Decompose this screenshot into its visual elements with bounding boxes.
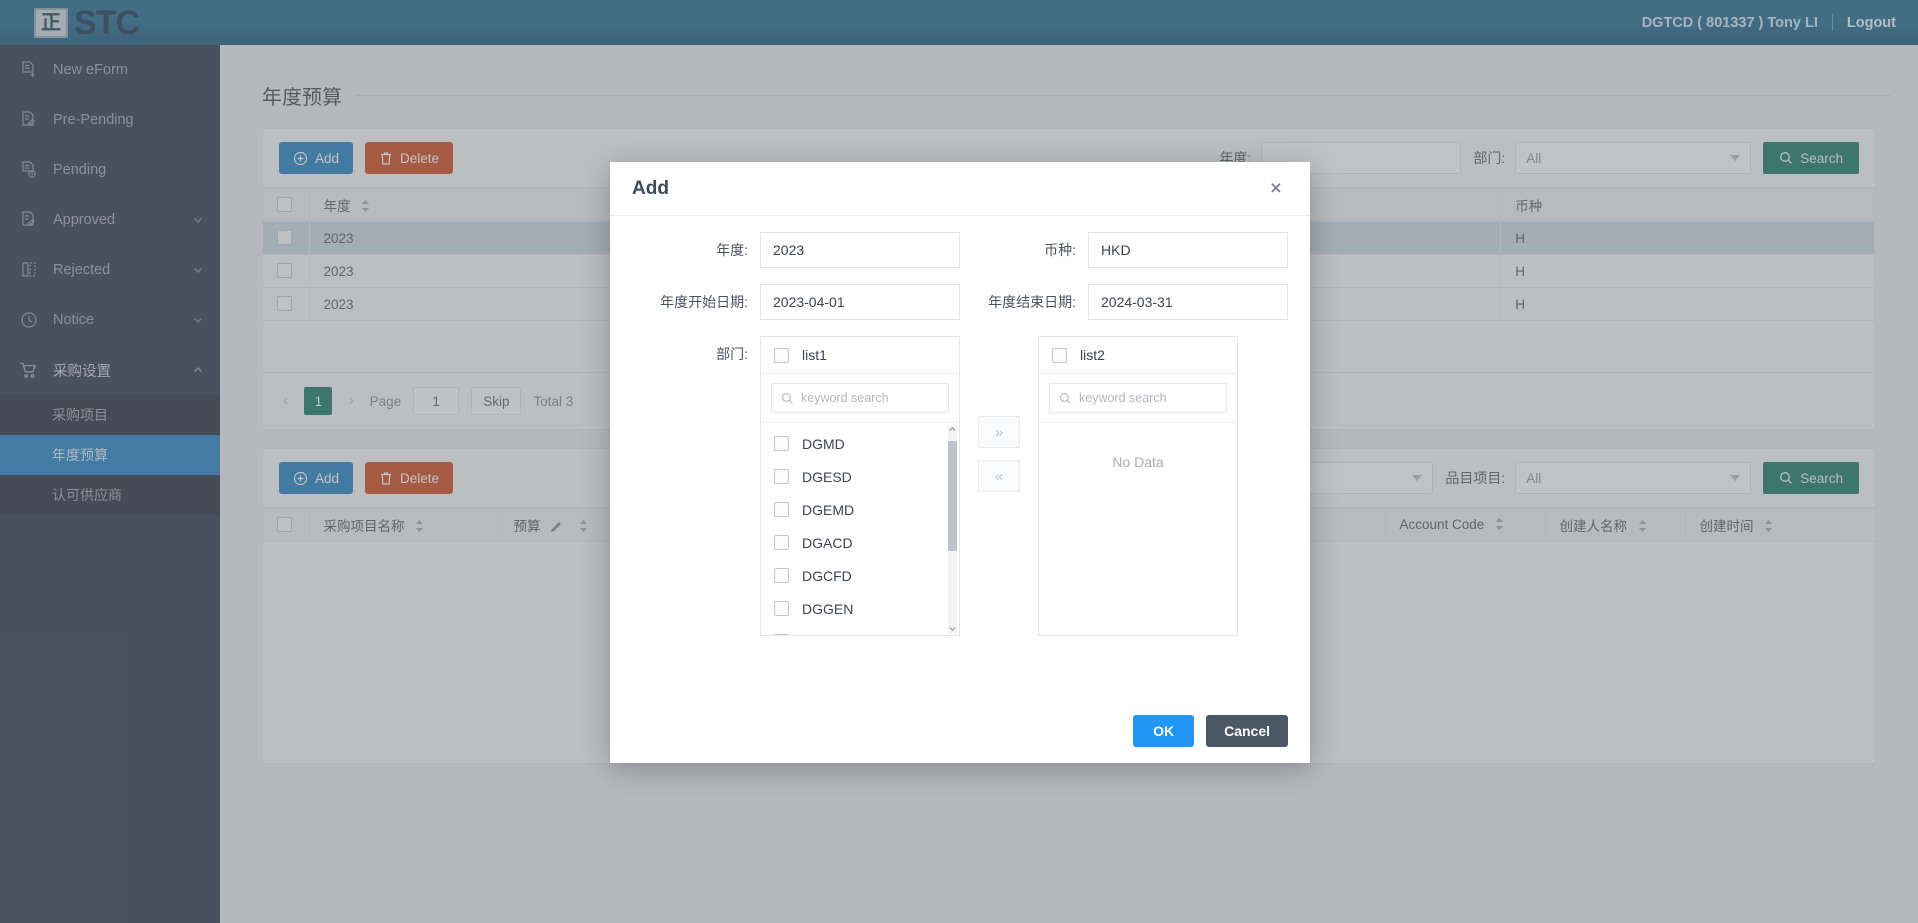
transfer-label: 部门: — [716, 346, 748, 362]
department-transfer: 部门: list1 keyword search DGMD DGESD DGEM… — [632, 336, 1288, 636]
list-item-checkbox[interactable] — [774, 502, 789, 517]
modal-field-end-date: 年度结束日期: 2024-03-31 — [960, 284, 1288, 320]
list-item-label: DGGEN — [802, 600, 854, 617]
modal-year-label: 年度: — [716, 242, 748, 258]
transfer-right-list[interactable]: No Data — [1039, 423, 1237, 635]
list-item-label: DGEMD — [802, 501, 855, 518]
list-item-label: DGCC — [802, 634, 843, 636]
list-item-checkbox[interactable] — [774, 535, 789, 550]
transfer-to-left-button[interactable]: « — [978, 460, 1020, 492]
transfer-right-select-all-checkbox[interactable] — [1052, 347, 1067, 363]
modal-header: Add × — [610, 162, 1310, 216]
search-icon — [1059, 392, 1071, 404]
modal-start-date-input[interactable]: 2023-04-01 — [760, 284, 960, 320]
list-item[interactable]: DGMD — [761, 427, 959, 460]
transfer-right-search-placeholder: keyword search — [1079, 391, 1167, 405]
transfer-right-search-wrap: keyword search — [1039, 374, 1237, 423]
transfer-right-empty-text: No Data — [1112, 454, 1164, 470]
transfer-right-title: list2 — [1080, 347, 1105, 363]
list-item-checkbox[interactable] — [774, 568, 789, 583]
transfer-right-panel: list2 keyword search No Data — [1038, 336, 1238, 636]
list-item-label: DGCFD — [802, 567, 852, 584]
list-item[interactable]: DGCC — [761, 625, 959, 635]
close-icon[interactable]: × — [1264, 174, 1288, 203]
modal-start-date-label: 年度开始日期: — [660, 294, 748, 310]
modal-end-date-input[interactable]: 2024-03-31 — [1088, 284, 1288, 320]
list-item[interactable]: DGGEN — [761, 592, 959, 625]
modal-end-date-label: 年度结束日期: — [988, 294, 1076, 310]
list-item-checkbox[interactable] — [774, 469, 789, 484]
modal-footer: OK Cancel — [610, 699, 1310, 763]
list-item[interactable]: DGCFD — [761, 559, 959, 592]
add-budget-modal: Add × 年度: 2023 币种: HKD 年度开始日期: 2023-04-0… — [610, 162, 1310, 763]
list-item-checkbox[interactable] — [774, 634, 789, 635]
chevron-up-icon[interactable] — [948, 425, 957, 434]
modal-body: 年度: 2023 币种: HKD 年度开始日期: 2023-04-01 年度结束… — [610, 216, 1310, 699]
transfer-right-search[interactable]: keyword search — [1049, 383, 1227, 413]
modal-row-year-currency: 年度: 2023 币种: HKD — [632, 232, 1288, 268]
modal-field-year: 年度: 2023 — [632, 232, 960, 268]
modal-row-dates: 年度开始日期: 2023-04-01 年度结束日期: 2024-03-31 — [632, 284, 1288, 320]
transfer-left-search-wrap: keyword search — [761, 374, 959, 423]
modal-year-input[interactable]: 2023 — [760, 232, 960, 268]
chevron-down-icon[interactable] — [948, 624, 957, 633]
search-icon — [781, 392, 793, 404]
modal-currency-input[interactable]: HKD — [1088, 232, 1288, 268]
transfer-left-select-all-checkbox[interactable] — [774, 347, 789, 363]
modal-field-start-date: 年度开始日期: 2023-04-01 — [632, 284, 960, 320]
transfer-left-list[interactable]: DGMD DGESD DGEMD DGACD DGCFD DGGEN DGCC … — [761, 423, 959, 635]
modal-title: Add — [632, 177, 669, 199]
transfer-controls: » « — [960, 336, 1038, 492]
list-item[interactable]: DGEMD — [761, 493, 959, 526]
list-item-label: DGMD — [802, 435, 845, 452]
transfer-right-header: list2 — [1039, 337, 1237, 374]
transfer-left-search[interactable]: keyword search — [771, 383, 949, 413]
transfer-left-search-placeholder: keyword search — [801, 391, 889, 405]
list-item-checkbox[interactable] — [774, 601, 789, 616]
list-item-label: DGESD — [802, 468, 852, 485]
transfer-left-scroll-thumb[interactable] — [948, 441, 957, 551]
list-item[interactable]: DGACD — [761, 526, 959, 559]
ok-button[interactable]: OK — [1133, 715, 1195, 747]
cancel-button[interactable]: Cancel — [1206, 715, 1288, 747]
transfer-to-right-button[interactable]: » — [978, 416, 1020, 448]
modal-field-currency: 币种: HKD — [960, 232, 1288, 268]
modal-currency-label: 币种: — [1044, 242, 1076, 258]
app-root: 正 STC DGTCD ( 801337 ) Tony LI Logout Ne… — [0, 0, 1918, 923]
transfer-left-title: list1 — [802, 347, 827, 363]
transfer-left-header: list1 — [761, 337, 959, 374]
list-item-label: DGACD — [802, 534, 853, 551]
transfer-left-panel: list1 keyword search DGMD DGESD DGEMD DG… — [760, 336, 960, 636]
list-item[interactable]: DGESD — [761, 460, 959, 493]
list-item-checkbox[interactable] — [774, 436, 789, 451]
